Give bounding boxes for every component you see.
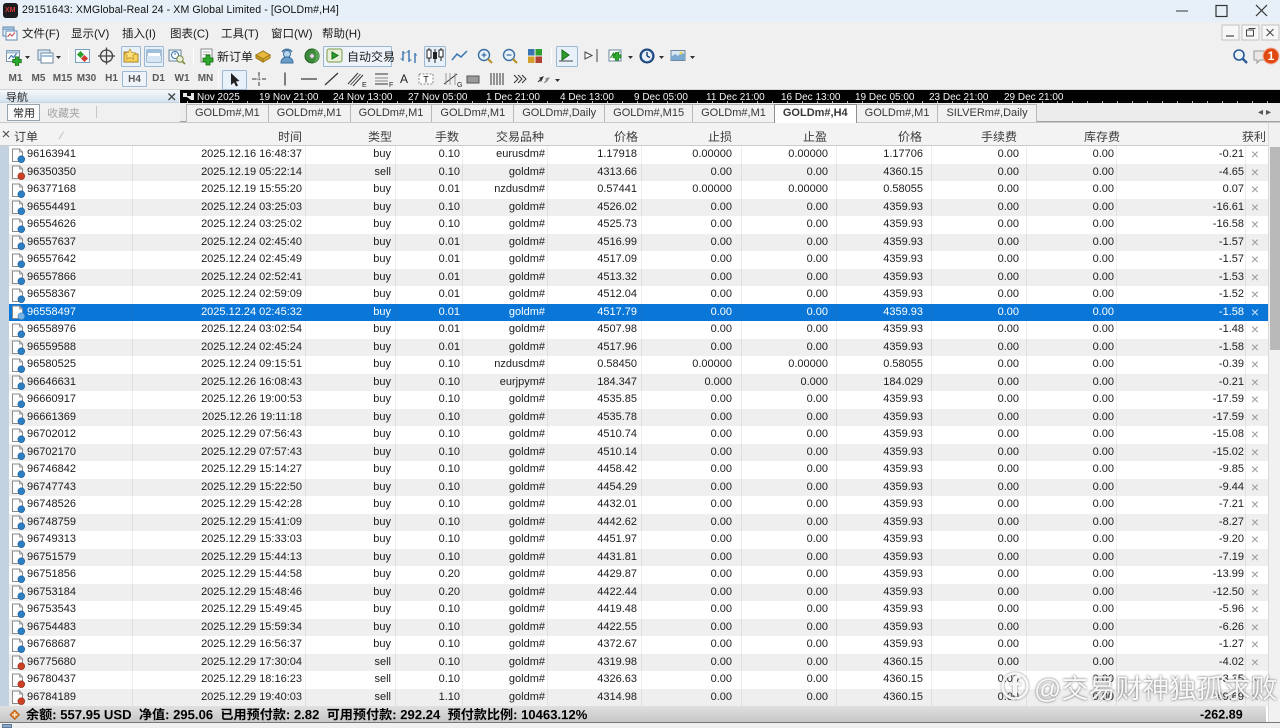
svg-text:T: T: [423, 75, 429, 85]
svg-text:1: 1: [1268, 49, 1275, 63]
svg-text:E: E: [362, 82, 367, 89]
svg-text:G: G: [457, 82, 462, 89]
svg-text:F: F: [389, 82, 393, 89]
